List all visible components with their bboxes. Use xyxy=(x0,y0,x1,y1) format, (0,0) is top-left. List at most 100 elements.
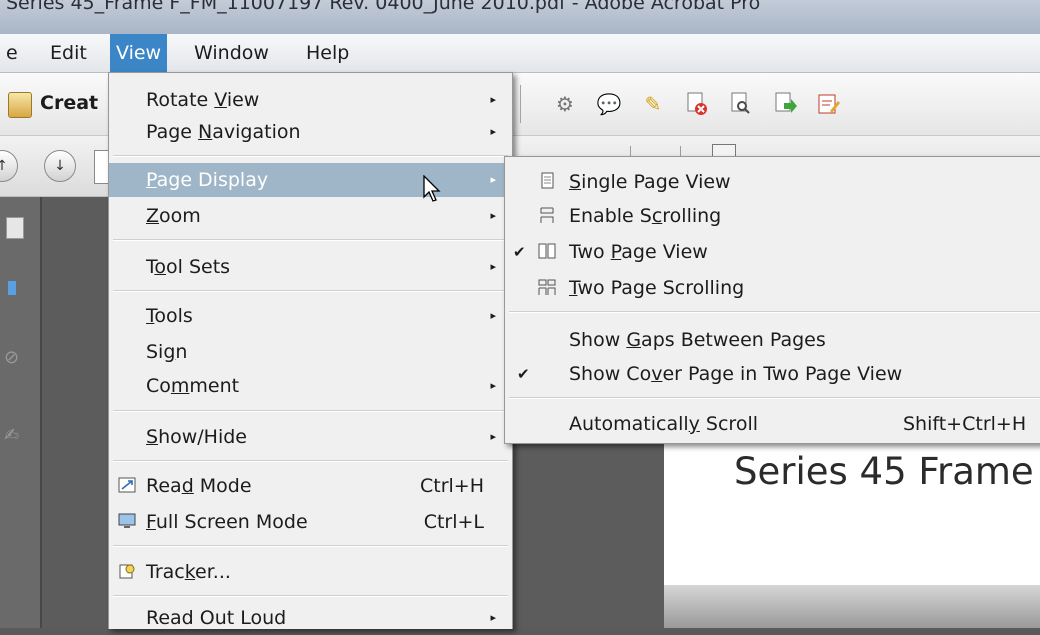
create-icon[interactable] xyxy=(8,92,32,118)
checkmark-icon: ✔ xyxy=(513,243,526,261)
tracker-icon xyxy=(117,562,137,582)
menu-item-label: Two Page Scrolling xyxy=(569,277,745,299)
menu-item-enable-scrolling[interactable]: Enable Scrolling xyxy=(505,199,1040,233)
menu-separator xyxy=(113,410,508,412)
full-screen-icon xyxy=(117,512,137,532)
shortcut-label: Ctrl+H xyxy=(419,475,484,497)
menu-item-label: Two Page View xyxy=(569,241,708,263)
menu-separator xyxy=(113,290,508,292)
shortcut-label: Shift+Ctrl+H xyxy=(903,413,1027,435)
menu-separator xyxy=(113,545,508,547)
menu-item-label: Show/Hide xyxy=(146,426,247,448)
submenu-arrow-icon: ▸ xyxy=(490,430,496,443)
submenu-arrow-icon: ▸ xyxy=(490,173,496,186)
submenu-arrow-icon: ▸ xyxy=(490,260,496,273)
submenu-arrow-icon: ▸ xyxy=(490,309,496,322)
mouse-cursor-icon xyxy=(423,175,441,202)
menu-item-label: Single Page View xyxy=(569,171,731,193)
menu-item-show-gaps-between-pages[interactable]: Show Gaps Between Pages xyxy=(505,323,1040,357)
submenu-arrow-icon: ▸ xyxy=(490,93,496,106)
bookmarks-icon[interactable] xyxy=(8,281,16,295)
menu-item-label: Page Display xyxy=(146,169,269,191)
document-page-graphic xyxy=(664,585,1040,628)
menu-item-sign[interactable]: Sign xyxy=(109,335,512,369)
menu-edit[interactable]: Edit xyxy=(44,34,93,72)
toolbar-divider xyxy=(520,85,521,123)
attachments-icon[interactable]: ⊘ xyxy=(4,347,19,368)
menu-item-label: Show Gaps Between Pages xyxy=(569,329,826,351)
menu-bar: e Edit View Window Help xyxy=(0,34,1040,73)
menu-item-tracker[interactable]: Tracker... xyxy=(109,555,512,589)
menu-item-automatically-scroll[interactable]: Automatically Scroll Shift+Ctrl+H xyxy=(505,407,1040,441)
menu-file-partial[interactable]: e xyxy=(0,34,24,72)
menu-item-show-hide[interactable]: Show/Hide ▸ xyxy=(109,420,512,454)
export-page-icon[interactable] xyxy=(772,91,798,117)
menu-item-two-page-view[interactable]: ✔ Two Page View xyxy=(505,235,1040,269)
menu-item-page-navigation[interactable]: Page Navigation ▸ xyxy=(109,115,512,149)
menu-view[interactable]: View xyxy=(110,34,168,72)
menu-help[interactable]: Help xyxy=(300,34,355,72)
menu-item-single-page-view[interactable]: Single Page View xyxy=(505,165,1040,199)
scrolling-icon xyxy=(537,206,557,226)
menu-item-label: Read Out Loud xyxy=(146,607,287,629)
menu-item-label: Zoom xyxy=(146,205,201,227)
menu-item-label: Automatically Scroll xyxy=(569,413,759,435)
menu-item-zoom[interactable]: Zoom ▸ xyxy=(109,199,512,233)
menu-item-page-display[interactable]: Page Display ▸ xyxy=(109,163,512,197)
menu-separator xyxy=(509,311,1040,313)
search-page-icon[interactable] xyxy=(728,91,754,117)
next-page-icon[interactable]: ↓ xyxy=(44,150,76,182)
menu-item-comment[interactable]: Comment ▸ xyxy=(109,369,512,403)
checkmark-icon: ✔ xyxy=(517,365,530,383)
create-button[interactable]: Creat xyxy=(40,86,98,120)
two-page-scrolling-icon xyxy=(537,278,557,298)
menu-separator xyxy=(113,239,508,241)
menu-item-label: Comment xyxy=(146,375,240,397)
menu-item-label: Sign xyxy=(146,341,188,363)
menu-item-label: Tool Sets xyxy=(146,256,231,278)
menu-item-label: Rotate View xyxy=(146,89,260,111)
highlight-pen-icon[interactable]: ✎ xyxy=(640,91,666,117)
shortcut-label: Ctrl+L xyxy=(423,511,484,533)
sign-edit-icon[interactable] xyxy=(816,91,842,117)
submenu-arrow-icon: ▸ xyxy=(490,209,496,222)
menu-separator xyxy=(113,460,508,462)
menu-item-tool-sets[interactable]: Tool Sets ▸ xyxy=(109,250,512,284)
left-navigation-pane: ⊘ ✍ xyxy=(0,197,42,628)
menu-item-label: Tools xyxy=(146,305,193,327)
delete-page-icon[interactable] xyxy=(684,91,710,117)
menu-item-label: Full Screen Mode xyxy=(146,511,308,533)
menu-item-rotate-view[interactable]: Rotate View ▸ xyxy=(109,83,512,117)
single-page-icon xyxy=(537,172,557,192)
comment-bubble-icon[interactable]: 💬 xyxy=(596,91,622,117)
document-heading: Series 45 Frame xyxy=(734,450,1034,493)
title-bar: Series 45_Frame F_FM_11007197 Rev. 0400_… xyxy=(0,0,1040,34)
menu-item-read-mode[interactable]: Read Mode Ctrl+H xyxy=(109,469,512,503)
menu-item-label: Show Cover Page in Two Page View xyxy=(569,363,903,385)
menu-window[interactable]: Window xyxy=(188,34,275,72)
page-thumbnails-icon[interactable] xyxy=(6,217,24,239)
menu-item-label: Read Mode xyxy=(146,475,252,497)
page-display-submenu: Single Page View Enable Scrolling ✔ Two … xyxy=(504,156,1040,444)
window-title: Series 45_Frame F_FM_11007197 Rev. 0400_… xyxy=(6,0,761,14)
gear-icon[interactable]: ⚙ xyxy=(552,91,578,117)
previous-page-icon[interactable]: ↑ xyxy=(0,150,18,182)
submenu-arrow-icon: ▸ xyxy=(490,125,496,138)
menu-item-label: Page Navigation xyxy=(146,121,301,143)
menu-item-tools[interactable]: Tools ▸ xyxy=(109,299,512,333)
submenu-arrow-icon: ▸ xyxy=(490,379,496,392)
view-menu: Rotate View ▸ Page Navigation ▸ Page Dis… xyxy=(108,72,513,629)
submenu-arrow-icon: ▸ xyxy=(490,611,496,624)
menu-separator xyxy=(509,397,1040,399)
menu-separator xyxy=(113,155,508,157)
read-mode-icon xyxy=(117,476,137,496)
menu-item-show-cover-page[interactable]: ✔ Show Cover Page in Two Page View xyxy=(505,357,1040,391)
two-page-icon xyxy=(537,242,557,262)
menu-item-read-out-loud[interactable]: Read Out Loud ▸ xyxy=(109,601,512,635)
menu-separator xyxy=(113,595,508,597)
menu-item-label: Tracker... xyxy=(146,561,231,583)
menu-item-full-screen-mode[interactable]: Full Screen Mode Ctrl+L xyxy=(109,505,512,539)
menu-item-two-page-scrolling[interactable]: Two Page Scrolling xyxy=(505,271,1040,305)
signatures-icon[interactable]: ✍ xyxy=(4,425,19,446)
menu-item-label: Enable Scrolling xyxy=(569,205,722,227)
